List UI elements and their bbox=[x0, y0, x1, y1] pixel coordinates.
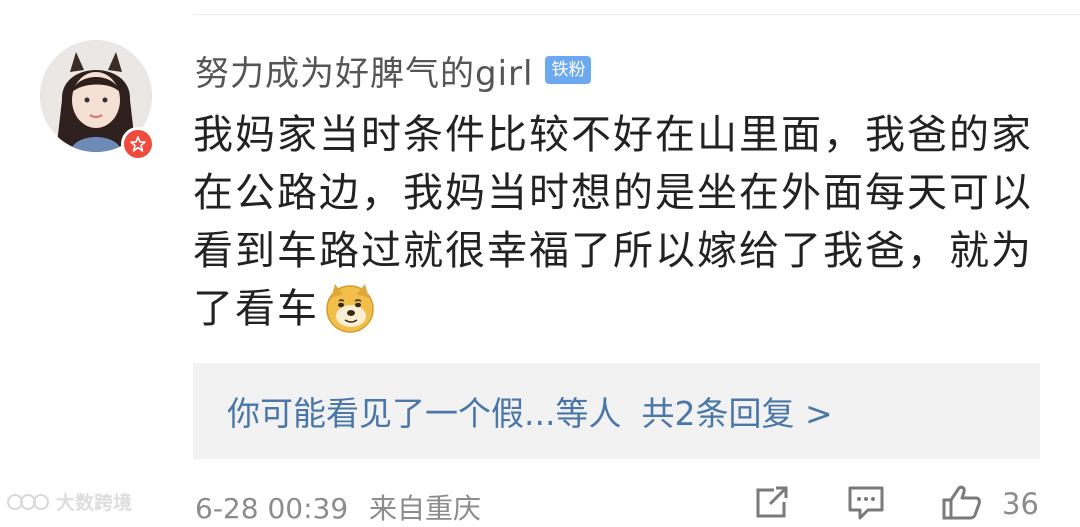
username-row: 努力成为好脾气的girl 铁粉 bbox=[195, 46, 592, 95]
comment-time: 6-28 00:39 bbox=[195, 492, 349, 525]
username[interactable]: 努力成为好脾气的girl bbox=[195, 46, 533, 95]
reply-preview-box[interactable]: 你可能看见了一个假...等人 共2条回复 > bbox=[193, 363, 1040, 459]
comment-meta: 6-28 00:39 来自重庆 bbox=[195, 487, 493, 527]
thumbs-up-icon bbox=[942, 485, 981, 520]
watermark-text: 大数跨境 bbox=[56, 492, 133, 514]
fan-badge: 铁粉 bbox=[545, 56, 592, 84]
comment-source: 来自重庆 bbox=[369, 492, 482, 525]
like-count: 36 bbox=[1002, 487, 1039, 521]
share-button[interactable] bbox=[752, 484, 792, 524]
watermark-logo-icon bbox=[7, 493, 49, 510]
like-button[interactable] bbox=[940, 484, 984, 524]
share-icon bbox=[756, 486, 788, 518]
top-divider bbox=[193, 14, 1080, 15]
comment-button[interactable] bbox=[846, 484, 886, 524]
comment-text: 我妈家当时条件比较不好在山里面，我爸的家在公路边，我妈当时想的是坐在外面每天可以… bbox=[193, 106, 1053, 338]
vip-badge-icon bbox=[121, 127, 155, 161]
reply-preview-text: 你可能看见了一个假...等人 bbox=[227, 394, 622, 433]
comment-icon bbox=[848, 486, 884, 520]
comment-body: 我妈家当时条件比较不好在山里面，我爸的家在公路边，我妈当时想的是坐在外面每天可以… bbox=[193, 112, 1033, 332]
doge-emoji-icon bbox=[323, 280, 377, 334]
watermark: 大数跨境 bbox=[6, 488, 132, 515]
reply-count-link[interactable]: 共2条回复 > bbox=[641, 387, 832, 435]
